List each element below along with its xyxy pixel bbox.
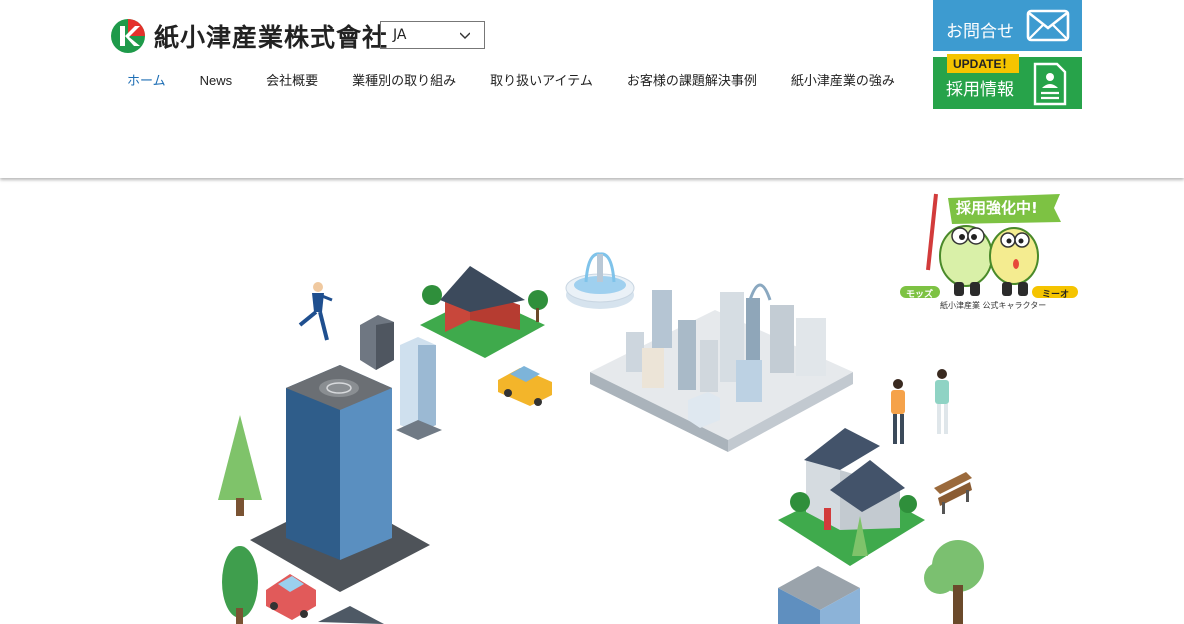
main-nav: ホーム News 会社概要 業種別の取り組み 取り扱いアイテム お客様の課題解決… — [110, 72, 912, 90]
update-badge: UPDATE！ — [947, 54, 1020, 73]
nav-item-home[interactable]: ホーム — [110, 72, 183, 90]
site-header: 紙小津産業株式會社 JA ホーム News 会社概要 業種別の取り組み 取り扱い… — [0, 0, 1184, 178]
contact-label: お問合せ — [946, 22, 1014, 42]
tree-illustration — [218, 415, 262, 624]
businessman-running-illustration — [298, 282, 333, 341]
language-select[interactable]: JA — [380, 21, 485, 49]
people-talking-illustration — [891, 369, 949, 444]
recruit-button[interactable]: UPDATE！ 採用情報 — [933, 54, 1082, 109]
mascot-recruit-badge[interactable]: 採用強化中! モッズ ミーオ 紙小津産業 公式キャラクター — [896, 190, 1082, 314]
nav-item-industries[interactable]: 業種別の取り組み — [335, 72, 473, 90]
nav-item-cases[interactable]: お客様の課題解決事例 — [610, 72, 774, 90]
red-car-illustration — [266, 574, 316, 620]
taxi-car-illustration — [498, 366, 552, 406]
tree-illustration — [924, 540, 984, 624]
building-roof — [318, 606, 384, 624]
logo-k-icon — [111, 19, 145, 53]
language-value: JA — [393, 27, 407, 43]
red-house-illustration — [420, 266, 548, 358]
mail-icon — [1026, 9, 1070, 42]
recruit-label: 採用情報 — [946, 80, 1014, 100]
company-logo[interactable]: 紙小津産業株式會社 — [110, 18, 388, 54]
nav-item-strengths[interactable]: 紙小津産業の強み — [774, 72, 912, 90]
fountain-illustration — [565, 252, 635, 309]
mascot-caption: 紙小津産業 公式キャラクター — [940, 301, 1047, 310]
bench-illustration — [934, 472, 972, 514]
chevron-down-icon — [460, 32, 470, 39]
company-name: 紙小津産業株式會社 — [154, 23, 389, 52]
house-illustration — [778, 428, 925, 566]
nav-item-items[interactable]: 取り扱いアイテム — [473, 72, 610, 90]
nav-item-news[interactable]: News — [183, 72, 250, 90]
mascot-name-right: ミーオ — [1042, 290, 1070, 300]
glass-building-illustration — [778, 566, 860, 624]
city-block-illustration — [590, 283, 853, 452]
mascot-banner-text: 採用強化中! — [956, 199, 1038, 217]
contact-button[interactable]: お問合せ — [933, 0, 1082, 51]
mascot-name-left: モッズ — [906, 290, 934, 300]
nav-item-company[interactable]: 会社概要 — [249, 72, 335, 90]
document-icon — [1033, 62, 1067, 106]
